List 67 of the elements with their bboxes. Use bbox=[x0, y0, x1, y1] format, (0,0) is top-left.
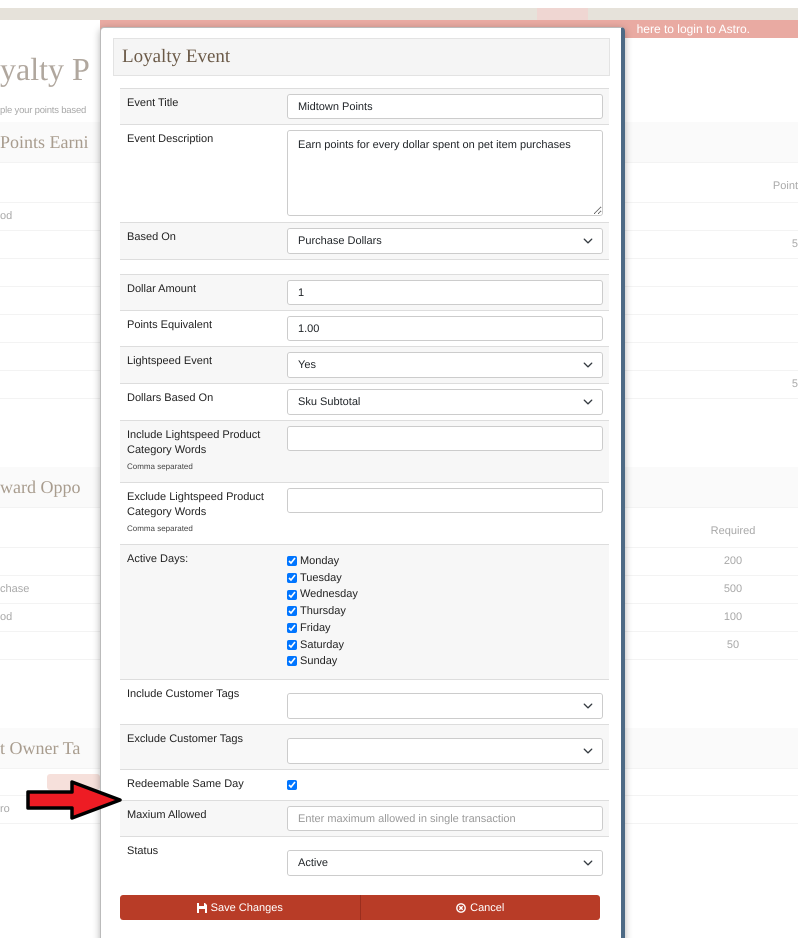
checkbox[interactable] bbox=[287, 556, 297, 566]
input-field[interactable]: 1 bbox=[287, 280, 603, 305]
table-cell-text: 500 bbox=[722, 582, 744, 598]
checkbox-label: Saturday bbox=[300, 638, 344, 653]
dropdown[interactable]: Sku Subtotal bbox=[287, 389, 603, 415]
checkbox[interactable] bbox=[287, 780, 297, 790]
save-button[interactable]: Save Changes bbox=[120, 895, 360, 920]
checkbox[interactable] bbox=[287, 606, 297, 616]
input-field[interactable] bbox=[287, 488, 603, 513]
table-cell-text: chase bbox=[0, 582, 30, 598]
checkbox-label: Sunday bbox=[300, 654, 338, 670]
field-label: Lightspeed Event bbox=[127, 354, 214, 369]
arrow-icon bbox=[26, 780, 122, 820]
field-label: Redeemable Same Day bbox=[127, 776, 245, 792]
field-label: Dollars Based On bbox=[127, 391, 214, 406]
checkbox[interactable] bbox=[287, 640, 297, 650]
page-subtitle: ple your points based bbox=[0, 104, 86, 118]
input-field[interactable]: 1.00 bbox=[287, 316, 603, 341]
section-heading: Points Earni bbox=[0, 130, 88, 154]
checkbox-label: Monday bbox=[300, 554, 340, 570]
table-cell-text: 5 bbox=[792, 377, 798, 392]
field-label: Include Customer Tags bbox=[127, 686, 240, 702]
table-cell-text: 5 bbox=[792, 237, 798, 252]
column-header: Required bbox=[710, 524, 756, 538]
field-label: Exclude Customer Tags bbox=[127, 732, 244, 747]
checkbox-label: Friday bbox=[300, 620, 331, 636]
checkbox-label: Wednesday bbox=[300, 587, 358, 602]
table-cell-text: 100 bbox=[722, 610, 744, 626]
close-icon bbox=[456, 902, 466, 913]
checkbox[interactable] bbox=[287, 656, 297, 666]
table-cell-text: 50 bbox=[726, 638, 740, 654]
save-icon bbox=[196, 902, 207, 913]
table-cell-text: 200 bbox=[722, 554, 744, 570]
table-cell-text: od bbox=[0, 209, 12, 224]
checkbox-label: Tuesday bbox=[300, 570, 342, 586]
dropdown[interactable]: Purchase Dollars bbox=[287, 228, 603, 254]
field-label: Points Equivalent bbox=[127, 318, 213, 333]
field-label: Active Days: bbox=[127, 552, 190, 567]
column-header: Point bbox=[772, 178, 798, 194]
field-label: Include Lightspeed Product Category Words bbox=[127, 428, 262, 458]
input-field[interactable]: Enter maximum allowed in single transaction bbox=[287, 806, 603, 832]
text-area[interactable]: Earn points for every dollar spent on pet item purchases bbox=[287, 130, 603, 216]
dropdown[interactable]: Active bbox=[287, 850, 603, 876]
cancel-button[interactable]: Cancel bbox=[360, 895, 600, 920]
checkbox[interactable] bbox=[287, 590, 297, 600]
field-hint: Comma separated bbox=[127, 460, 194, 473]
input-field[interactable] bbox=[287, 426, 603, 451]
section-heading: t Owner Ta bbox=[0, 736, 80, 760]
input-field[interactable]: Midtown Points bbox=[287, 94, 603, 119]
table-cell-text: od bbox=[0, 610, 12, 626]
dropdown[interactable]: Yes bbox=[287, 352, 603, 378]
field-hint: Comma separated bbox=[127, 522, 194, 535]
page-title: yalty P bbox=[0, 50, 90, 89]
field-label: Based On bbox=[127, 230, 177, 245]
checkbox[interactable] bbox=[287, 623, 297, 634]
field-label: Status bbox=[127, 844, 160, 860]
checkbox-label: Thursday bbox=[300, 604, 346, 620]
field-label: Event Title bbox=[127, 96, 180, 111]
warning-banner-text: here to login to Astro. bbox=[636, 21, 750, 38]
field-label: Maxium Allowed bbox=[127, 808, 208, 824]
modal-title: Loyalty Event bbox=[122, 44, 230, 69]
field-label: Dollar Amount bbox=[127, 282, 198, 297]
field-label: Event Description bbox=[127, 132, 214, 147]
table-cell-text: ro bbox=[0, 802, 10, 818]
field-label: Exclude Lightspeed Product Category Words bbox=[127, 490, 265, 520]
checkbox[interactable] bbox=[287, 573, 297, 584]
section-heading: ward Oppo bbox=[0, 476, 80, 499]
